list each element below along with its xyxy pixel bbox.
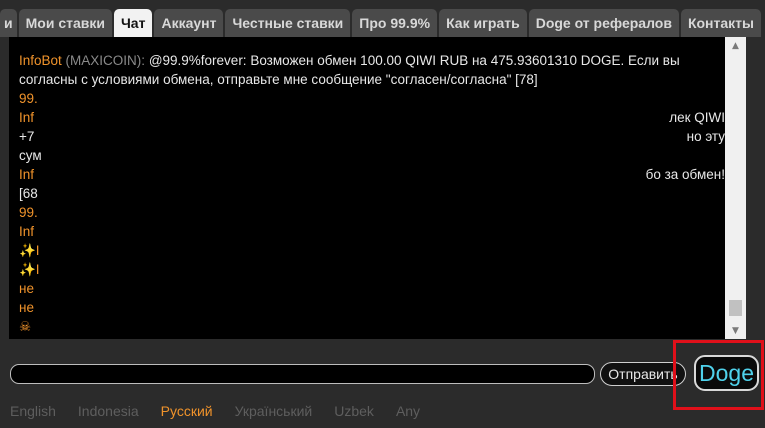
chat-message: Inf бо за обмен! [19, 165, 725, 184]
language-ukrainian[interactable]: Український [235, 403, 313, 419]
message-text: сум [19, 148, 42, 163]
doge-button[interactable]: Doge [694, 355, 759, 391]
message-text: согласны с условиями обмена, отправьте м… [19, 72, 538, 87]
message-text: +7 [19, 129, 35, 144]
message-author[interactable]: 99. [19, 205, 38, 220]
highlight-box: Doge [673, 340, 764, 410]
scroll-up-icon[interactable]: ▲ [725, 37, 746, 54]
language-uzbek[interactable]: Uzbek [334, 403, 374, 419]
message-text: но эту [686, 129, 725, 144]
chat-message: согласны с условиями обмена, отправьте м… [19, 70, 725, 89]
message-text: [68 [19, 186, 38, 201]
chat-message-input[interactable] [10, 364, 595, 384]
tab-chat[interactable]: Чат [113, 9, 153, 37]
tab-about[interactable]: Про 99.9% [352, 9, 438, 37]
message-author[interactable]: не [19, 281, 34, 296]
scroll-thumb[interactable] [729, 300, 742, 316]
scroll-down-icon[interactable]: ▼ [725, 322, 746, 339]
chat-message: 99. [19, 89, 725, 108]
message-author[interactable]: ✨I [19, 243, 40, 258]
tab-contacts[interactable]: Контакты [680, 9, 761, 37]
language-english[interactable]: English [10, 403, 56, 419]
language-switcher: English Indonesia Русский Український Uz… [10, 403, 420, 419]
language-any[interactable]: Any [396, 403, 420, 419]
message-text: лек QIWI [669, 110, 725, 125]
tab-account[interactable]: Аккаунт [154, 9, 224, 37]
chat-message: 99. [19, 203, 725, 222]
tab-bar: и Мои ставки Чат Аккаунт Честные ставки … [0, 0, 765, 37]
message-author[interactable]: Inf [19, 167, 34, 182]
message-author[interactable]: Inf [19, 224, 34, 239]
message-author[interactable]: Inf [19, 110, 34, 125]
chat-message: [68 [19, 184, 725, 203]
language-russian[interactable]: Русский [161, 403, 213, 419]
chat-message: ✨I [19, 241, 725, 260]
chat-message: сум [19, 146, 725, 165]
chat-message: не [19, 298, 725, 317]
tab-games[interactable]: и [0, 9, 17, 37]
chat-message: InfoBot (MAXICOIN): @99.9%forever: Возмо… [19, 51, 725, 70]
message-author[interactable]: 99. [19, 91, 38, 106]
message-text: бо за обмен! [645, 167, 725, 182]
chat-message: Inf лек QIWI [19, 108, 725, 127]
tab-my-bets[interactable]: Мои ставки [18, 9, 112, 37]
message-author[interactable]: не [19, 300, 34, 315]
message-author[interactable]: ☠ [19, 319, 31, 334]
tab-fair-bets[interactable]: Честные ставки [225, 9, 351, 37]
scroll-track[interactable] [725, 54, 746, 322]
language-indonesia[interactable]: Indonesia [78, 403, 139, 419]
chat-message: +7 но эту [19, 127, 725, 146]
chat-message: ☠ [19, 317, 725, 336]
tab-referral-doge[interactable]: Doge от рефералов [528, 9, 679, 37]
message-author[interactable]: InfoBot [19, 53, 62, 68]
message-text: @99.9%forever: Возможен обмен 100.00 QIW… [148, 53, 680, 68]
chat-scrollbar[interactable]: ▲ ▼ [725, 37, 746, 339]
chat-message: Inf [19, 222, 725, 241]
tab-how-to-play[interactable]: Как играть [439, 9, 527, 37]
message-composer: Отправить [0, 358, 765, 398]
chat-message: не [19, 279, 725, 298]
message-tag: (MAXICOIN): [65, 53, 146, 68]
chat-log: InfoBot (MAXICOIN): @99.9%forever: Возмо… [9, 37, 746, 339]
chat-message: ✨I [19, 260, 725, 279]
message-list: InfoBot (MAXICOIN): @99.9%forever: Возмо… [19, 51, 725, 336]
message-author[interactable]: ✨I [19, 262, 40, 277]
